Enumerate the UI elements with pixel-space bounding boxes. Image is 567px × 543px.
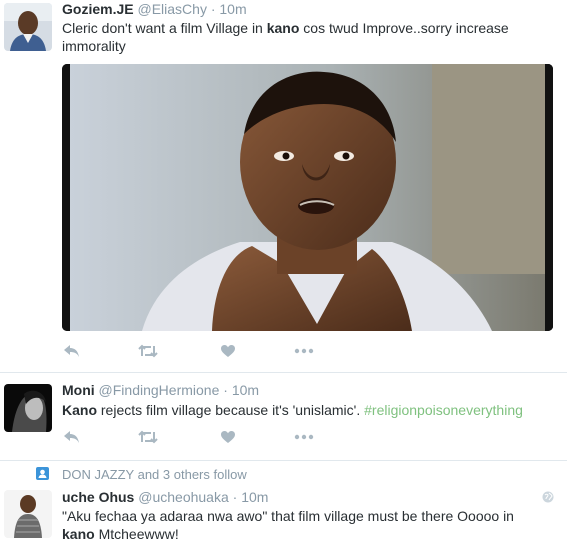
avatar[interactable] (4, 490, 52, 538)
tweet-2[interactable]: Moni @FindingHermione · 10m Kano rejects… (0, 373, 567, 460)
author-handle[interactable]: @ucheohuaka (138, 489, 229, 505)
author-handle[interactable]: @EliasChy (137, 1, 206, 17)
author-name[interactable]: Moni (62, 382, 95, 398)
tweet-actions (62, 343, 322, 359)
retweet-icon[interactable] (138, 343, 158, 359)
avatar[interactable] (4, 384, 52, 432)
globe-icon (542, 490, 554, 503)
avatar[interactable] (4, 3, 52, 51)
reply-icon[interactable] (62, 343, 82, 359)
timestamp[interactable]: 10m (219, 1, 246, 17)
timestamp[interactable]: 10m (232, 382, 259, 398)
separator-dot: · (223, 382, 228, 398)
search-keyword: kano (266, 20, 300, 36)
text-segment: rejects film village because it's 'unisl… (97, 402, 365, 418)
separator-dot: · (210, 1, 216, 17)
like-icon[interactable] (218, 429, 238, 445)
hashtag-link[interactable]: #religionpoisoneverything (364, 402, 523, 418)
retweet-icon[interactable] (138, 429, 158, 445)
tweet-text: Cleric don't want a film Village in kano… (62, 19, 532, 55)
tweet-header: uche Ohus @ucheohuaka · 10m (62, 489, 268, 505)
text-segment: "Aku fechaa ya adaraa nwa awo" that film… (62, 508, 514, 524)
author-name[interactable]: Goziem.JE (62, 1, 134, 17)
separator-dot: · (232, 489, 238, 505)
tweet-3[interactable]: DON JAZZY and 3 others follow uche Ohus … (0, 461, 567, 542)
more-icon[interactable] (294, 343, 314, 359)
text-segment: Cleric don't want a film Village in (62, 20, 267, 36)
text-segment: Mtcheewww! (94, 526, 179, 542)
tweet-1[interactable]: Goziem.JE @EliasChy · 10m Cleric don't w… (0, 0, 567, 372)
tweet-text: "Aku fechaa ya adaraa nwa awo" that film… (62, 507, 532, 543)
like-icon[interactable] (218, 343, 238, 359)
reply-icon[interactable] (62, 429, 82, 445)
timestamp[interactable]: 10m (241, 489, 268, 505)
tweet-header: Moni @FindingHermione · 10m (62, 382, 259, 398)
tweet-header: Goziem.JE @EliasChy · 10m (62, 1, 247, 17)
more-icon[interactable] (294, 429, 314, 445)
author-handle[interactable]: @FindingHermione (99, 382, 220, 398)
social-context[interactable]: DON JAZZY and 3 others follow (62, 467, 247, 482)
media-image[interactable] (62, 64, 553, 331)
tweet-actions (62, 429, 322, 445)
author-name[interactable]: uche Ohus (62, 489, 134, 505)
tweet-text: Kano rejects film village because it's '… (62, 401, 552, 419)
search-keyword: Kano (62, 402, 97, 418)
search-keyword: kano (62, 526, 95, 542)
follow-icon (36, 467, 49, 480)
